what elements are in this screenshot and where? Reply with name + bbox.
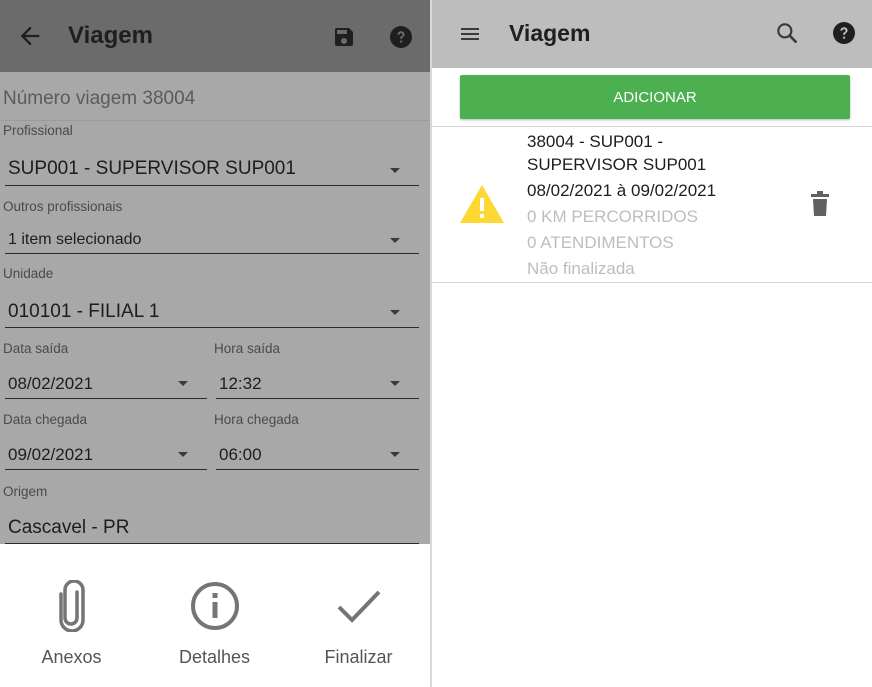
chevron-down-icon (390, 238, 400, 243)
chevron-down-icon (390, 168, 400, 173)
page-title: Viagem (68, 22, 153, 49)
paperclip-icon (58, 580, 85, 632)
trash-icon[interactable] (808, 191, 832, 217)
hora-chegada-label: Hora chegada (214, 412, 299, 427)
page-title: Viagem (509, 20, 591, 46)
chevron-down-icon (390, 452, 400, 457)
field-underline (216, 469, 419, 470)
hora-saida-value: 12:32 (219, 374, 262, 393)
search-icon[interactable] (774, 20, 800, 46)
action-sheet: Anexos Detalhes Finalizar (0, 544, 430, 687)
detalhes-label: Detalhes (178, 647, 251, 667)
help-icon[interactable] (832, 21, 856, 45)
field-underline (5, 398, 207, 399)
trip-form-screen: Viagem Número viagem 38004 Profissional … (0, 0, 430, 687)
anexos-label: Anexos (41, 647, 102, 667)
app-bar: Viagem (432, 0, 872, 68)
trip-atendimentos: 0 ATENDIMENTOS (527, 233, 674, 252)
hora-saida-label: Hora saída (214, 341, 281, 356)
outros-profissionais-value: 1 item selecionado (8, 231, 142, 248)
field-underline (5, 253, 419, 254)
divider (432, 282, 872, 283)
field-underline (5, 185, 419, 186)
field-underline (5, 327, 419, 328)
chevron-down-icon (390, 310, 400, 315)
field-underline (216, 398, 419, 399)
trip-form: Número viagem 38004 Profissional SUP001 … (0, 72, 430, 544)
finalizar-action[interactable]: Finalizar (287, 544, 430, 687)
trip-title-line2: SUPERVISOR SUP001 (527, 155, 707, 174)
field-underline (5, 469, 207, 470)
trip-dates: 08/02/2021 à 09/02/2021 (527, 181, 717, 200)
trip-km: 0 KM PERCORRIDOS (527, 207, 698, 226)
chevron-down-icon (390, 381, 400, 386)
warning-icon (460, 185, 504, 223)
trip-status: Não finalizada (527, 259, 635, 278)
data-chegada-value: 09/02/2021 (8, 445, 94, 464)
chevron-down-icon (178, 381, 188, 386)
trip-number: Número viagem 38004 (3, 88, 196, 109)
origem-label: Origem (3, 484, 48, 499)
hora-chegada-value: 06:00 (219, 445, 262, 464)
info-icon (190, 582, 239, 630)
data-chegada-label: Data chegada (3, 412, 88, 427)
finalizar-label: Finalizar (324, 647, 393, 667)
list-item[interactable]: 38004 - SUP001 - SUPERVISOR SUP001 08/02… (432, 127, 872, 282)
add-trip-button[interactable]: ADICIONAR (460, 75, 850, 119)
divider (0, 120, 430, 121)
detalhes-action[interactable]: Detalhes (143, 544, 286, 687)
unidade-label: Unidade (3, 266, 54, 281)
trip-title-line1: 38004 - SUP001 - (527, 132, 664, 151)
unidade-value: 010101 - FILIAL 1 (8, 301, 160, 322)
profissional-label: Profissional (3, 123, 73, 138)
app-bar: Viagem (0, 0, 430, 72)
profissional-value: SUP001 - SUPERVISOR SUP001 (8, 158, 296, 179)
save-icon[interactable] (332, 25, 356, 49)
menu-icon[interactable] (458, 22, 482, 46)
anexos-action[interactable]: Anexos (0, 544, 143, 687)
origem-value: Cascavel - PR (8, 517, 130, 538)
help-icon[interactable] (389, 25, 413, 49)
outros-profissionais-label: Outros profissionais (3, 199, 123, 214)
checkmark-icon (337, 590, 380, 623)
trip-list-screen: Viagem ADICIONAR 38004 - SUP001 - SUPERV… (432, 0, 872, 687)
data-saida-value: 08/02/2021 (8, 374, 94, 393)
chevron-down-icon (178, 452, 188, 457)
data-saida-label: Data saída (3, 341, 69, 356)
back-arrow-icon[interactable] (16, 22, 44, 50)
